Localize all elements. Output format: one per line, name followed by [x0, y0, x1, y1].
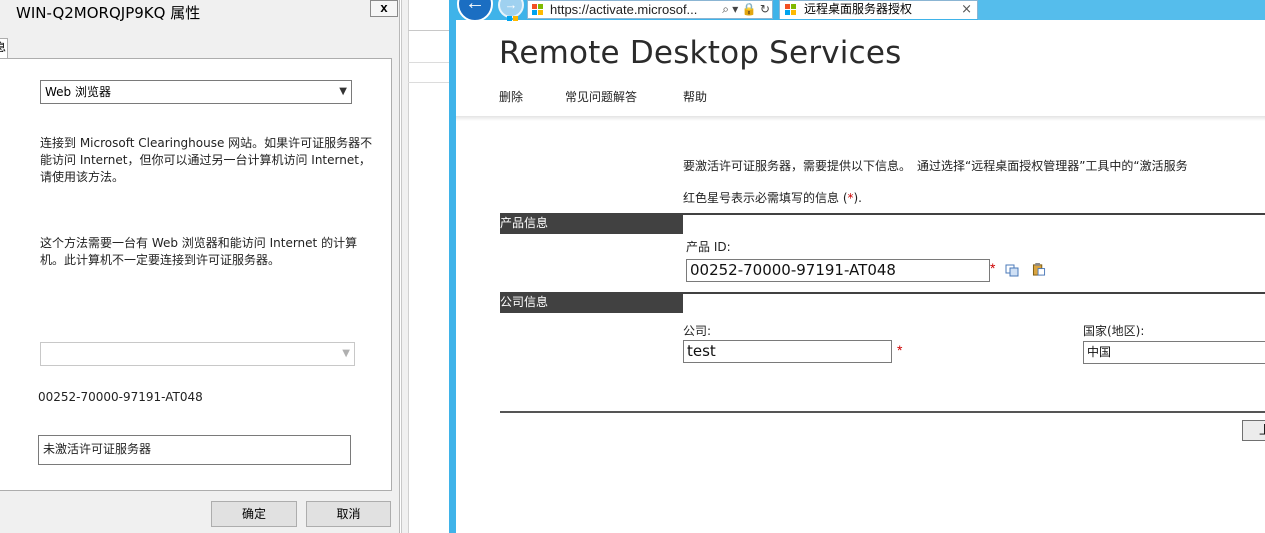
connection-description: 连接到 Microsoft Clearinghouse 网站。如果许可证服务器不… [40, 136, 373, 184]
tab-close-icon[interactable]: × [961, 1, 972, 18]
required-star: * [897, 342, 903, 358]
browser-tab[interactable]: 远程桌面服务器授权 × [779, 0, 978, 19]
section-rule [683, 213, 1265, 215]
background-pane [408, 0, 450, 533]
header-divider [456, 116, 1265, 121]
tab-strip [978, 0, 1265, 20]
product-section-header: 产品信息 [500, 213, 683, 234]
divider [408, 82, 450, 83]
company-input[interactable]: test [683, 340, 892, 363]
nav-delete-link[interactable]: 删除 [499, 88, 523, 105]
required-note-suffix: ). [853, 191, 863, 205]
section-rule [683, 292, 1265, 294]
tab-favicon-icon [785, 4, 797, 16]
tab-panel [0, 58, 392, 491]
country-label: 国家(地区): [1083, 324, 1145, 338]
chevron-down-icon: ▼ [342, 348, 350, 359]
next-button[interactable]: 上 [1242, 420, 1265, 441]
requirement-description: 这个方法需要一台有 Web 浏览器和能访问 Internet 的计算机。此计算机… [40, 236, 358, 267]
nav-help-link[interactable]: 帮助 [683, 88, 707, 105]
required-note: 红色星号表示必需填写的信息 (*). [683, 189, 862, 206]
activation-status-field: 未激活许可证服务器 [38, 435, 351, 465]
country-select[interactable]: 中国 [1083, 341, 1265, 364]
dialog-title: WIN-Q2MORQJP9KQ 属性 [16, 4, 201, 22]
microsoft-logo-icon [507, 16, 519, 22]
company-label: 公司: [683, 324, 712, 338]
cancel-button[interactable]: 取消 [306, 501, 391, 527]
browser-window: ← → https://activate.microsof... ⌕ ▾ 🔒 ↻… [449, 0, 1265, 533]
divider [408, 62, 450, 63]
product-id-label: 产品 ID: [686, 240, 731, 254]
page-title: Remote Desktop Services [499, 35, 902, 71]
secondary-select[interactable]: ▼ [40, 342, 355, 366]
address-controls-icon[interactable]: ⌕ ▾ 🔒 ↻ [718, 1, 770, 18]
arrow-left-icon: ← [465, 0, 485, 14]
required-note-prefix: 红色星号表示必需填写的信息 ( [683, 191, 848, 205]
connection-method-value: Web 浏览器 [45, 85, 111, 99]
product-id-input[interactable]: 00252-70000-97191-AT048 [686, 259, 990, 282]
required-star: * [990, 260, 996, 276]
properties-dialog: WIN-Q2MORQJP9KQ 属性 x 息 Web 浏览器 ▼ 连接到 Mic… [0, 0, 400, 533]
back-button[interactable]: ← [457, 0, 493, 22]
close-button[interactable]: x [370, 0, 398, 17]
url-text: https://activate.microsof... [550, 2, 698, 17]
tab-title: 远程桌面服务器授权 [804, 2, 913, 16]
company-section-header: 公司信息 [500, 292, 683, 313]
product-id-text: 00252-70000-97191-AT048 [38, 390, 203, 404]
background-window [401, 0, 450, 533]
address-bar[interactable]: https://activate.microsof... ⌕ ▾ 🔒 ↻ [527, 0, 773, 19]
footer-divider [500, 411, 1265, 413]
nav-faq-link[interactable]: 常见问题解答 [565, 88, 637, 105]
tab-connection-method[interactable]: 息 [0, 38, 8, 59]
chevron-down-icon: ▼ [339, 86, 347, 97]
intro-text: 要激活许可证服务器，需要提供以下信息。 通过选择“远程桌面授权管理器”工具中的“… [683, 159, 1188, 173]
arrow-right-icon: → [504, 0, 518, 12]
paste-icon[interactable] [1032, 263, 1046, 276]
ok-button[interactable]: 确定 [211, 501, 297, 527]
site-logo-icon [532, 4, 544, 16]
copy-icon[interactable] [1005, 264, 1019, 277]
connection-method-select[interactable]: Web 浏览器 ▼ [40, 80, 352, 104]
divider [408, 30, 450, 31]
